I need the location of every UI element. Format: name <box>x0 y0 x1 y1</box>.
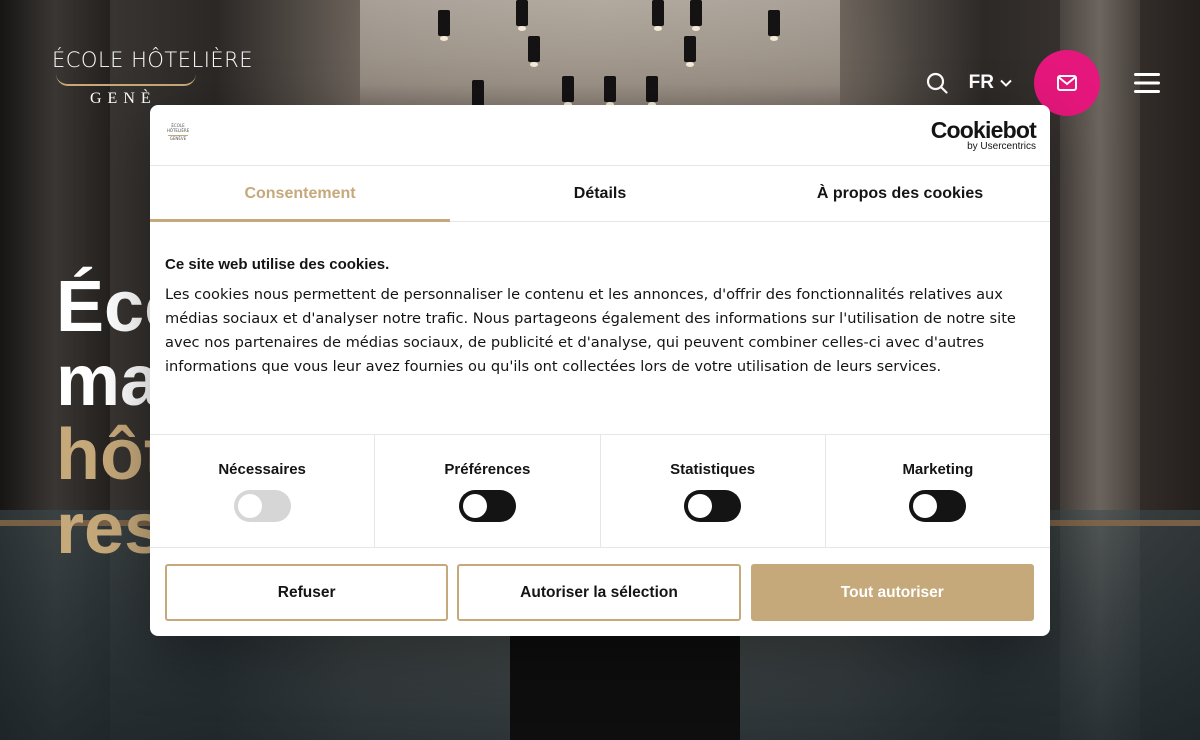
pendant-lamp <box>690 0 702 31</box>
logo-line-1: ÉCOLE HÔTELIÈRE <box>52 48 254 72</box>
category-label: Préférences <box>444 461 531 478</box>
category-marketing: Marketing <box>826 435 1050 547</box>
necessary-toggle <box>233 490 291 522</box>
category-necessary: Nécessaires <box>150 435 376 547</box>
cookie-consent-dialog: ÉCOLE HÔTELIÈRE GENÈVE Cookiebot by User… <box>150 105 1050 636</box>
dialog-logo-line-2: HÔTELIÈRE <box>166 128 190 133</box>
tab-about-cookies[interactable]: À propos des cookies <box>750 166 1050 221</box>
dialog-logo-line-3: GENÈVE <box>169 136 187 141</box>
tab-details[interactable]: Détails <box>450 166 750 221</box>
mail-icon <box>1057 75 1077 91</box>
pendant-lamp <box>516 0 528 31</box>
language-selector[interactable]: FR <box>969 72 1012 94</box>
cookiebot-name: Cookiebot <box>930 117 1037 143</box>
allow-all-button[interactable]: Tout autoriser <box>750 564 1034 621</box>
toggle-knob <box>237 494 262 518</box>
dialog-actions: Refuser Autoriser la sélection Tout auto… <box>150 548 1050 621</box>
dialog-heading: Ce site web utilise des cookies. <box>165 256 390 273</box>
cookiebot-logo[interactable]: Cookiebot by Usercentrics <box>930 117 1037 152</box>
pendant-lamp <box>652 0 664 31</box>
allow-selection-button[interactable]: Autoriser la sélection <box>457 564 741 621</box>
toggle-knob <box>462 494 487 518</box>
pendant-lamp <box>528 36 540 67</box>
logo-swoosh <box>56 74 196 86</box>
statistics-toggle[interactable] <box>684 490 742 522</box>
dialog-body: Ce site web utilise des cookies. Les coo… <box>150 222 1050 435</box>
site-logo[interactable]: ÉCOLE HÔTELIÈRE GENÈ <box>52 48 253 108</box>
category-label: Marketing <box>902 461 974 478</box>
menu-button[interactable] <box>1134 72 1160 94</box>
pendant-lamp <box>472 80 484 111</box>
language-code: FR <box>968 72 994 93</box>
dialog-site-logo: ÉCOLE HÔTELIÈRE GENÈVE <box>164 123 192 147</box>
category-label: Statistiques <box>670 461 756 478</box>
pendant-lamp <box>438 10 450 41</box>
dialog-header: ÉCOLE HÔTELIÈRE GENÈVE Cookiebot by User… <box>150 105 1050 166</box>
pendant-lamp <box>604 76 616 107</box>
hamburger-menu-icon <box>1134 73 1160 93</box>
category-label: Nécessaires <box>218 461 306 478</box>
toggle-knob <box>913 494 938 518</box>
tab-consent[interactable]: Consentement <box>150 166 450 222</box>
refuse-button[interactable]: Refuser <box>165 564 449 621</box>
dialog-tabs: Consentement Détails À propos des cookie… <box>150 166 1050 222</box>
category-statistics: Statistiques <box>601 435 826 547</box>
search-icon <box>926 72 948 94</box>
pendant-lamp <box>562 76 574 107</box>
pendant-lamp <box>684 36 696 67</box>
pendant-lamp <box>768 10 780 41</box>
preferences-toggle[interactable] <box>458 490 516 522</box>
pendant-lamp <box>646 76 658 107</box>
cookie-categories: Nécessaires Préférences Statistiques Mar… <box>150 435 1050 548</box>
toggle-knob <box>688 494 713 518</box>
marketing-toggle[interactable] <box>909 490 967 522</box>
dialog-description: Les cookies nous permettent de personnal… <box>165 286 1016 375</box>
category-preferences: Préférences <box>375 435 601 547</box>
chevron-down-icon <box>1000 79 1012 87</box>
search-button[interactable] <box>925 71 949 95</box>
